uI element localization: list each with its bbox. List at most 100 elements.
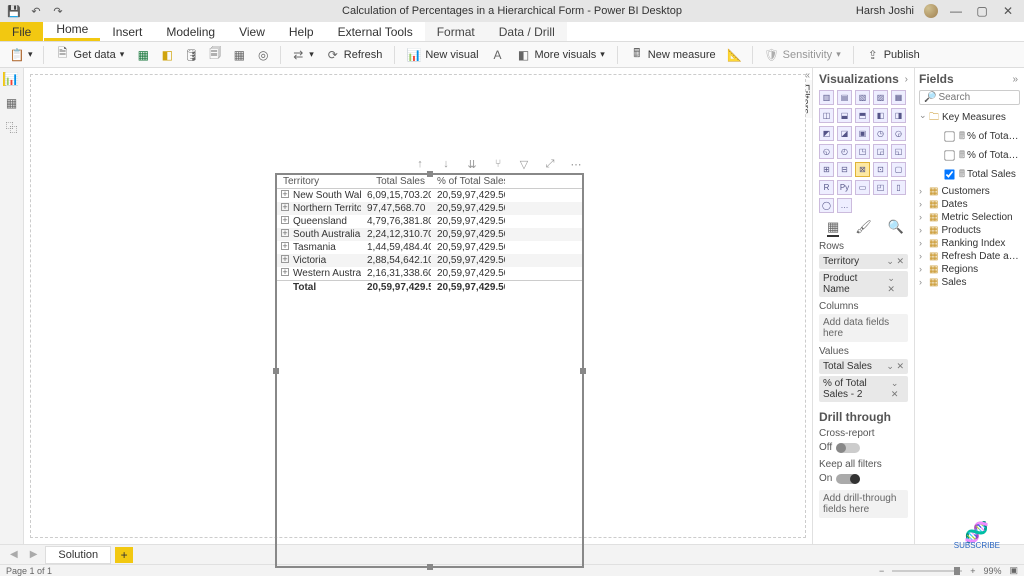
viz-type-button[interactable]: ▤ (837, 90, 852, 105)
collapse-pane-icon[interactable]: › (905, 74, 908, 85)
text-box-button[interactable]: A (487, 45, 509, 65)
columns-well[interactable]: Add data fields here (819, 314, 908, 342)
resize-handle[interactable] (580, 368, 586, 374)
add-page-button[interactable]: + (115, 547, 133, 563)
viz-type-button[interactable]: ▯ (891, 180, 906, 195)
expand-all-icon[interactable]: ⇊ (466, 158, 478, 171)
get-data-button[interactable]: 🗎Get data▾ (50, 45, 131, 65)
expand-icon[interactable]: + (281, 242, 289, 250)
col-header-territory[interactable]: Territory (277, 175, 361, 188)
remove-field-icon[interactable]: ⌄ ✕ (887, 273, 904, 295)
enter-data-button[interactable]: 🗐 (204, 45, 226, 65)
viz-type-button[interactable]: ◱ (891, 144, 906, 159)
redo-icon[interactable]: ↷ (52, 5, 64, 17)
viz-type-button[interactable]: ▧ (855, 90, 870, 105)
transform-data-button[interactable]: ⇄▾ (287, 45, 318, 65)
resize-handle[interactable] (427, 564, 433, 570)
drill-up-icon[interactable]: ↑ (414, 158, 426, 171)
model-view-button[interactable]: ⿻ (5, 120, 19, 134)
undo-icon[interactable]: ↶ (30, 5, 42, 17)
field-table[interactable]: ›▦Refresh Date and Time (919, 250, 1020, 263)
tab-insert[interactable]: Insert (100, 22, 154, 41)
field-checkbox[interactable] (944, 150, 954, 160)
field-table[interactable]: ›▦Ranking Index (919, 237, 1020, 250)
filter-icon[interactable]: ▽ (518, 158, 530, 171)
viz-type-button[interactable]: ⊠ (855, 162, 870, 177)
tab-external-tools[interactable]: External Tools (326, 22, 425, 41)
maximize-button[interactable]: ▢ (974, 4, 990, 18)
viz-type-button[interactable]: ▣ (855, 126, 870, 141)
field-measure[interactable]: 🖩Total Sales (919, 166, 1020, 185)
field-table[interactable]: ›▦Regions (919, 263, 1020, 276)
viz-type-button[interactable]: ◶ (891, 126, 906, 141)
viz-type-button[interactable]: ◰ (873, 180, 888, 195)
expand-icon[interactable]: + (281, 216, 289, 224)
viz-type-button[interactable]: ◵ (819, 144, 834, 159)
expand-icon[interactable]: + (281, 255, 289, 263)
drill-down-icon[interactable]: ↓ (440, 158, 452, 171)
viz-type-button[interactable]: ▭ (855, 180, 870, 195)
field-table[interactable]: ›▦Products (919, 224, 1020, 237)
viz-type-button[interactable]: ◧ (873, 108, 888, 123)
table-key-measures[interactable]: ⌄🗀Key Measures (919, 109, 1020, 128)
page-tab-solution[interactable]: Solution (45, 546, 111, 564)
keep-filters-toggle[interactable] (836, 474, 860, 484)
quick-measure-button[interactable]: 📐 (724, 45, 746, 65)
field-table[interactable]: ›▦Customers (919, 185, 1020, 198)
viz-type-button[interactable]: ⬒ (855, 108, 870, 123)
more-options-icon[interactable]: ⋯ (570, 158, 582, 171)
field-measure[interactable]: 🖩% of Total Sales ... (919, 147, 1020, 166)
cross-report-toggle[interactable] (836, 443, 860, 453)
matrix-row[interactable]: +Victoria2,88,54,642.1020,59,97,429.50 (277, 254, 582, 267)
excel-source-button[interactable]: ▦ (132, 45, 154, 65)
col-header-pct[interactable]: % of Total Sales - 2 (431, 175, 505, 188)
fields-search-input[interactable] (938, 92, 1015, 103)
col-header-total-sales[interactable]: Total Sales (361, 175, 431, 188)
analytics-tab-icon[interactable]: 🔍 (888, 219, 904, 237)
matrix-row[interactable]: +South Australia2,24,12,310.7020,59,97,4… (277, 228, 582, 241)
paste-button[interactable]: 📋▾ (6, 45, 37, 65)
field-checkbox[interactable] (944, 169, 954, 179)
field-checkbox[interactable] (944, 131, 954, 141)
expand-icon[interactable]: + (281, 190, 289, 198)
tab-format[interactable]: Format (425, 22, 487, 41)
matrix-visual[interactable]: ↑ ↓ ⇊ ⑂ ▽ ⤢ ⋯ Territory Total Sales % of… (276, 174, 583, 567)
drill-through-well[interactable]: Add drill-through fields here (819, 490, 908, 518)
viz-type-button[interactable]: ◫ (819, 108, 834, 123)
matrix-row[interactable]: +New South Wales6,09,15,703.2020,59,97,4… (277, 189, 582, 202)
viz-type-button[interactable]: ▨ (873, 90, 888, 105)
tab-help[interactable]: Help (277, 22, 326, 41)
new-measure-button[interactable]: 🖩New measure (624, 45, 722, 65)
data-view-button[interactable]: ▦ (5, 96, 19, 110)
pbi-dataset-button[interactable]: ◧ (156, 45, 178, 65)
viz-type-button[interactable]: ⊞ (819, 162, 834, 177)
zoom-in-button[interactable]: + (970, 566, 975, 576)
more-visuals-button[interactable]: ◧More visuals▾ (511, 45, 611, 65)
expand-icon[interactable]: + (281, 203, 289, 211)
close-button[interactable]: ✕ (1000, 4, 1016, 18)
field-table[interactable]: ›▦Metric Selection (919, 211, 1020, 224)
viz-type-button[interactable]: Py (837, 180, 852, 195)
field-table[interactable]: ›▦Sales (919, 276, 1020, 289)
viz-type-button[interactable]: … (837, 198, 852, 213)
value-field-pct[interactable]: % of Total Sales - 2⌄ ✕ (819, 376, 908, 402)
matrix-row[interactable]: +Northern Territory97,47,568.7020,59,97,… (277, 202, 582, 215)
report-view-button[interactable]: 📊 (3, 72, 17, 86)
recent-sources-button[interactable]: ▦ (228, 45, 250, 65)
viz-type-button[interactable]: ⬓ (837, 108, 852, 123)
viz-type-button[interactable]: ◳ (855, 144, 870, 159)
tab-view[interactable]: View (227, 22, 277, 41)
dataverse-button[interactable]: ◎ (252, 45, 274, 65)
expand-icon[interactable]: + (281, 268, 289, 276)
viz-type-button[interactable]: ◪ (837, 126, 852, 141)
collapse-pane-icon[interactable]: » (1012, 74, 1018, 85)
tab-home[interactable]: Home (44, 19, 100, 41)
expand-icon[interactable]: + (281, 229, 289, 237)
viz-type-button[interactable]: ▢ (891, 162, 906, 177)
zoom-out-button[interactable]: − (879, 566, 884, 576)
row-field-product-name[interactable]: Product Name⌄ ✕ (819, 271, 908, 297)
remove-field-icon[interactable]: ⌄ ✕ (891, 378, 904, 400)
viz-type-button[interactable]: ◷ (873, 126, 888, 141)
field-table[interactable]: ›▦Dates (919, 198, 1020, 211)
viz-type-button[interactable]: ◴ (837, 144, 852, 159)
